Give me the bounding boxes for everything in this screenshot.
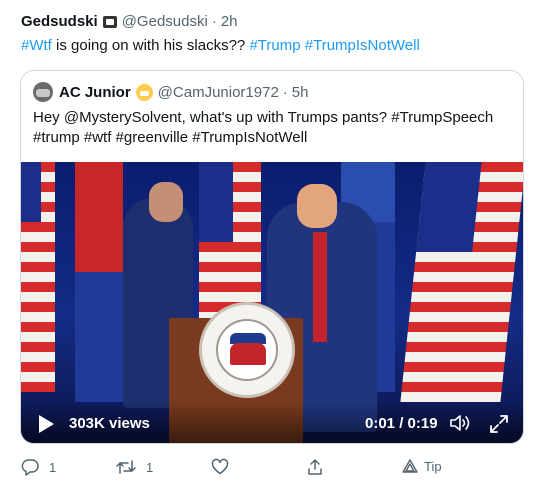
retweet-button[interactable]: 1 <box>116 458 153 476</box>
tweet-text: #Wtf is going on with his slacks?? #Trum… <box>21 37 420 54</box>
author-handle[interactable]: @Gedsudski <box>122 13 208 30</box>
tip-button[interactable]: Tip <box>402 458 442 474</box>
retweet-count: 1 <box>146 459 154 475</box>
hashtag-trump[interactable]: #Trump <box>249 37 300 54</box>
reply-icon <box>21 459 39 476</box>
avatar[interactable] <box>33 82 53 102</box>
video-timestamp: 0:01 / 0:19 <box>365 415 438 432</box>
separator-dot: · <box>211 13 217 30</box>
skull-badge-icon <box>102 15 117 28</box>
quoted-tweet-text: Hey @MysterySolvent, what's up with Trum… <box>33 109 494 146</box>
quoted-tweet-card[interactable]: AC Junior @CamJunior1972 · 5h Hey @Myste… <box>20 70 524 444</box>
video-player[interactable]: 303K views 0:01 / 0:19 <box>21 162 523 443</box>
tweet-header: Gedsudski @Gedsudski · 2h <box>21 13 238 30</box>
video-controls: 303K views 0:01 / 0:19 <box>21 401 523 443</box>
gop-seal <box>199 302 295 398</box>
tip-label: Tip <box>424 458 442 474</box>
tweet-text-middle: is going on with his slacks?? <box>51 37 250 54</box>
heart-icon <box>211 458 229 475</box>
retweet-icon <box>116 460 136 474</box>
red-tie <box>313 232 327 342</box>
quoted-author-handle[interactable]: @CamJunior1972 <box>158 84 279 101</box>
quoted-tweet-time[interactable]: 5h <box>292 84 309 101</box>
author-name[interactable]: Gedsudski <box>21 13 98 30</box>
us-flag-center <box>199 162 261 322</box>
speaker-left-head <box>149 182 183 222</box>
us-flag-left <box>21 162 55 392</box>
hashtag-trumpisnotwell[interactable]: #TrumpIsNotWell <box>305 37 420 54</box>
like-button[interactable] <box>211 458 229 476</box>
share-button[interactable] <box>306 458 324 476</box>
reply-count: 1 <box>49 459 57 475</box>
tweet: Gedsudski @Gedsudski · 2h #Wtf is going … <box>0 0 540 488</box>
tweet-time[interactable]: 2h <box>221 13 238 30</box>
reply-button[interactable]: 1 <box>21 458 56 476</box>
share-icon <box>308 459 322 475</box>
expand-icon[interactable] <box>488 413 510 435</box>
tweet-actions: 1 1 Tip <box>0 452 540 482</box>
quoted-author-name[interactable]: AC Junior <box>59 84 131 101</box>
play-icon[interactable] <box>39 415 54 433</box>
elephant-icon <box>230 343 266 365</box>
hashtag-wtf[interactable]: #Wtf <box>21 37 52 54</box>
separator-dot: · <box>282 83 288 101</box>
nc-flag-left <box>75 162 123 402</box>
tip-icon <box>402 459 418 473</box>
volume-muted-icon[interactable] <box>449 413 473 433</box>
view-count: 303K views <box>69 415 150 432</box>
grimacing-face-emoji-icon <box>135 83 153 101</box>
quoted-tweet-header: AC Junior @CamJunior1972 · 5h <box>33 82 308 102</box>
speaker-right-head <box>297 184 337 228</box>
